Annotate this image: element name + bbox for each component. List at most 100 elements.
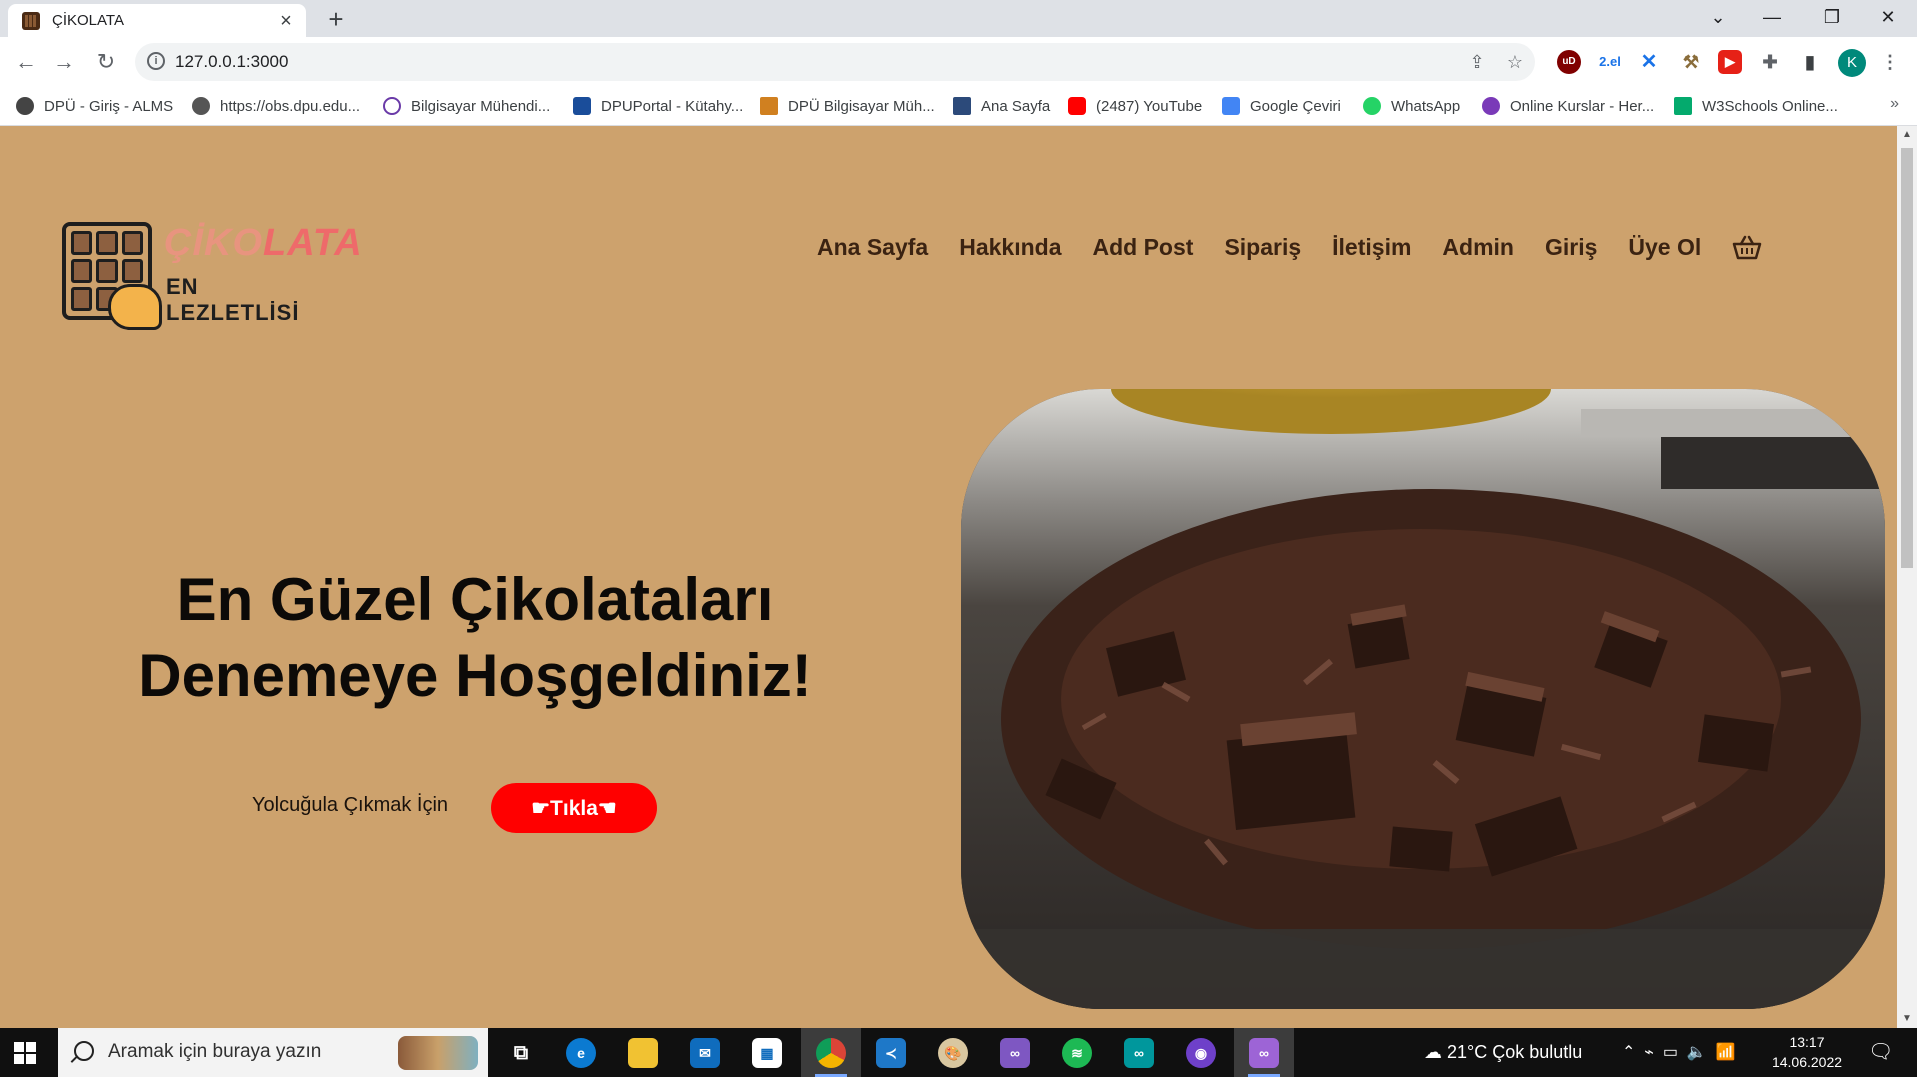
close-tab-icon[interactable]: × — [276, 11, 296, 31]
dpu-portal-icon — [573, 97, 591, 115]
nav-login[interactable]: Giriş — [1545, 234, 1597, 261]
click-cta-button[interactable]: ☛Tıkla☚ — [491, 783, 657, 833]
cloud-icon: ☁ — [1424, 1042, 1448, 1062]
web-page: ÇİKOLATA EN LEZLETLİSİ Ana Sayfa Hakkınd… — [0, 126, 1897, 1028]
nav-add-post[interactable]: Add Post — [1092, 234, 1193, 261]
hammer-extension-icon[interactable]: ⚒ — [1679, 50, 1703, 74]
microsoft-store-icon[interactable]: ▦ — [752, 1038, 782, 1068]
bookmark-item[interactable]: Ana Sayfa — [953, 93, 1050, 119]
edge-icon[interactable]: e — [566, 1038, 596, 1068]
file-explorer-icon[interactable] — [628, 1038, 658, 1068]
search-icon — [74, 1041, 94, 1061]
clock-time: 13:17 — [1789, 1034, 1825, 1050]
site-logo[interactable]: ÇİKOLATA EN LEZLETLİSİ — [62, 222, 362, 332]
bookmark-item[interactable]: WhatsApp — [1363, 93, 1460, 119]
bookmarks-bar: DPÜ - Giriş - ALMS https://obs.dpu.edu..… — [0, 87, 1917, 126]
google-translate-icon — [1222, 97, 1240, 115]
profile-avatar[interactable]: K — [1838, 49, 1866, 77]
chocolate-favicon-icon — [22, 11, 40, 30]
arduino-icon[interactable]: ∞ — [1124, 1038, 1154, 1068]
tray-icons[interactable]: ⌃ ⌁ ▭ 🔈 📶 — [1622, 1028, 1736, 1077]
browser-toolbar: ← → ↻ i 127.0.0.1:3000 ⇪ ☆ uD 2.el ✕ ⚒ ▶… — [0, 37, 1917, 87]
taskbar-search-box[interactable]: Aramak için buraya yazın — [58, 1028, 488, 1077]
ublock-extension-icon[interactable]: uD — [1557, 50, 1581, 74]
vscode-icon[interactable]: ≺ — [876, 1038, 906, 1068]
bookmark-item[interactable]: Google Çeviri — [1222, 93, 1341, 119]
hero-title-line2: Denemeye Hoşgeldiniz! — [138, 642, 812, 709]
bookmark-item[interactable]: DPÜ - Giriş - ALMS — [16, 93, 173, 119]
whatsapp-icon — [1363, 97, 1381, 115]
bookmark-item[interactable]: Online Kurslar - Her... — [1482, 93, 1654, 119]
taskbar-clock[interactable]: 13:17 14.06.2022 — [1762, 1032, 1852, 1072]
share-icon[interactable]: ⇪ — [1465, 50, 1489, 74]
browser-tab[interactable]: ÇİKOLATA × — [8, 4, 306, 37]
nav-order[interactable]: Sipariş — [1224, 234, 1301, 261]
bookmark-item[interactable]: (2487) YouTube — [1068, 93, 1202, 119]
globe-icon — [192, 97, 210, 115]
scroll-down-icon[interactable]: ▼ — [1897, 1010, 1917, 1028]
tab-search-chevron-icon[interactable]: ⌄ — [1691, 0, 1745, 37]
scroll-up-icon[interactable]: ▲ — [1897, 126, 1917, 144]
visual-studio-icon[interactable]: ∞ — [1000, 1038, 1030, 1068]
url-text[interactable]: 127.0.0.1:3000 — [175, 52, 288, 72]
visual-studio-installer-icon[interactable]: ∞ — [1249, 1038, 1279, 1068]
nav-register[interactable]: Üye Ol — [1628, 234, 1701, 261]
new-tab-button[interactable]: + — [322, 4, 350, 34]
restore-button[interactable]: ❐ — [1805, 0, 1859, 37]
youtube-icon — [1068, 97, 1086, 115]
main-nav: Ana Sayfa Hakkında Add Post Sipariş İlet… — [817, 230, 1762, 264]
notifications-icon[interactable]: 🗨 — [1868, 1028, 1893, 1077]
hero-title: En Güzel Çikolataları Denemeye Hoşgeldin… — [90, 562, 860, 714]
chrome-icon[interactable] — [816, 1038, 846, 1068]
nav-admin[interactable]: Admin — [1442, 234, 1514, 261]
site-info-icon[interactable]: i — [147, 52, 165, 70]
graduation-cap-icon — [760, 97, 778, 115]
logo-bite-icon — [108, 284, 162, 330]
more-bookmarks-icon[interactable]: » — [1890, 95, 1899, 113]
nav-contact[interactable]: İletişim — [1332, 234, 1411, 261]
weather-widget[interactable]: ☁ 21°C Çok bulutlu — [1424, 1028, 1582, 1077]
bookmark-item[interactable]: W3Schools Online... — [1674, 93, 1838, 119]
extensions-puzzle-icon[interactable]: ✚ — [1758, 50, 1782, 74]
minimize-button[interactable]: — — [1745, 0, 1799, 37]
ext-2el-icon[interactable]: 2.el — [1598, 50, 1622, 74]
shopping-basket-icon[interactable] — [1732, 234, 1762, 260]
chrome-menu-icon[interactable]: ⋮ — [1878, 50, 1902, 74]
chocolate-shavings-image — [961, 389, 1885, 1009]
windows-taskbar: Aramak için buraya yazın ⧉ e ✉ ▦ ≺ 🎨 ∞ ≋… — [0, 1028, 1917, 1077]
bookmark-item[interactable]: DPUPortal - Kütahy... — [573, 93, 743, 119]
scroll-thumb[interactable] — [1901, 148, 1913, 568]
globe-icon — [16, 97, 34, 115]
paint-icon[interactable]: 🎨 — [938, 1038, 968, 1068]
close-window-button[interactable]: ✕ — [1861, 0, 1915, 37]
reload-button[interactable]: ↻ — [90, 46, 122, 78]
logo-title: ÇİKOLATA — [164, 222, 363, 264]
spotify-icon[interactable]: ≋ — [1062, 1038, 1092, 1068]
logo-subtitle: EN LEZLETLİSİ — [166, 274, 300, 325]
bookmark-site-icon — [383, 97, 401, 115]
search-highlight-illustration-icon — [398, 1036, 478, 1070]
bookmark-item[interactable]: DPÜ Bilgisayar Müh... — [760, 93, 935, 119]
btk-icon — [953, 97, 971, 115]
forward-button[interactable]: → — [48, 46, 80, 78]
page-scrollbar[interactable]: ▲ ▼ — [1897, 126, 1917, 1028]
bookmark-star-icon[interactable]: ☆ — [1503, 50, 1527, 74]
nav-about[interactable]: Hakkında — [959, 234, 1061, 261]
windows-start-icon[interactable] — [14, 1042, 36, 1064]
address-bar[interactable]: i 127.0.0.1:3000 ⇪ ☆ — [135, 43, 1535, 81]
tools-extension-icon[interactable]: ✕ — [1637, 50, 1661, 74]
search-placeholder[interactable]: Aramak için buraya yazın — [108, 1041, 321, 1063]
youtube-extension-icon[interactable]: ▶ — [1718, 50, 1742, 74]
online-courses-icon — [1482, 97, 1500, 115]
nav-home[interactable]: Ana Sayfa — [817, 234, 928, 261]
w3schools-icon — [1674, 97, 1692, 115]
mail-icon[interactable]: ✉ — [690, 1038, 720, 1068]
side-panel-icon[interactable]: ▮ — [1798, 50, 1822, 74]
tab-title: ÇİKOLATA — [52, 12, 124, 29]
bookmark-item[interactable]: https://obs.dpu.edu... — [192, 93, 360, 119]
back-button[interactable]: ← — [10, 46, 42, 78]
github-desktop-icon[interactable]: ◉ — [1186, 1038, 1216, 1068]
clock-date: 14.06.2022 — [1771, 1054, 1843, 1070]
bookmark-item[interactable]: Bilgisayar Mühendi... — [383, 93, 550, 119]
task-view-icon[interactable]: ⧉ — [506, 1038, 536, 1068]
